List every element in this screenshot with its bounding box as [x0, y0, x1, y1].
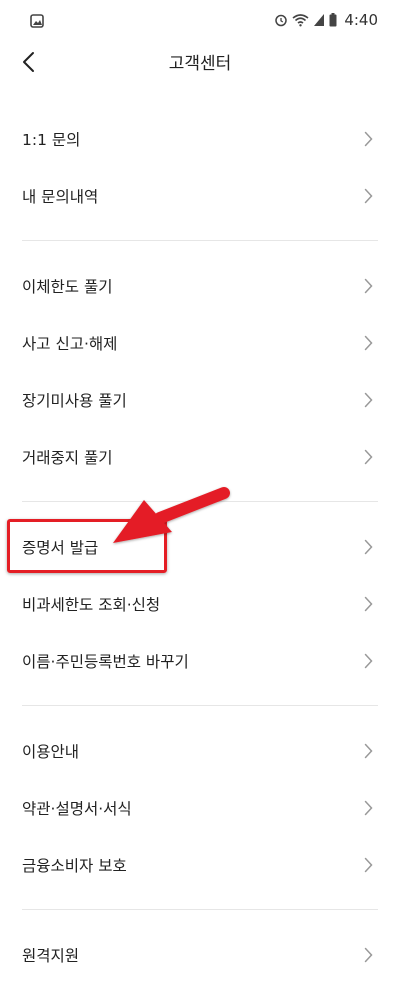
menu-item-terms-forms[interactable]: 약관·설명서·서식 — [0, 779, 400, 836]
menu-item-label: 원격지원 — [22, 946, 80, 965]
menu-item-1to1-inquiry[interactable]: 1:1 문의 — [0, 110, 400, 167]
chevron-right-icon — [364, 392, 373, 407]
alarm-icon — [275, 14, 288, 27]
menu-group-guide: 이용안내 약관·설명서·서식 금융소비자 보호 — [0, 722, 400, 893]
menu-item-label: 거래중지 풀기 — [22, 448, 113, 467]
menu-item-remote-support[interactable]: 원격지원 — [0, 926, 400, 983]
chevron-right-icon — [364, 278, 373, 293]
chevron-right-icon — [364, 335, 373, 350]
chevron-right-icon — [364, 947, 373, 962]
menu-item-usage-guide[interactable]: 이용안내 — [0, 722, 400, 779]
menu-group-account: 이체한도 풀기 사고 신고·해제 장기미사용 풀기 거래중지 풀기 — [0, 257, 400, 485]
menu-group-certificate: 증명서 발급 비과세한도 조회·신청 이름·주민등록번호 바꾸기 — [0, 518, 400, 689]
menu-item-consumer-protection[interactable]: 금융소비자 보호 — [0, 836, 400, 893]
divider — [22, 501, 378, 502]
status-right: 4:40 — [274, 9, 378, 31]
menu-item-label: 이체한도 풀기 — [22, 277, 113, 296]
menu-item-label: 사고 신고·해제 — [22, 334, 118, 353]
menu-item-label: 금융소비자 보호 — [22, 856, 127, 875]
menu-item-label: 이름·주민등록번호 바꾸기 — [22, 652, 189, 671]
chevron-right-icon — [364, 857, 373, 872]
wifi-icon — [292, 14, 309, 27]
menu-item-change-name-id[interactable]: 이름·주민등록번호 바꾸기 — [0, 632, 400, 689]
menu-item-tax-free-limit[interactable]: 비과세한도 조회·신청 — [0, 575, 400, 632]
menu-item-transaction-suspend-release[interactable]: 거래중지 풀기 — [0, 428, 400, 485]
status-bar: 4:40 — [0, 0, 400, 40]
menu-item-certificate-issue[interactable]: 증명서 발급 — [0, 518, 400, 575]
signal-icon — [314, 14, 325, 26]
menu-item-label: 약관·설명서·서식 — [22, 799, 132, 818]
menu-list: 1:1 문의 내 문의내역 이체한도 풀기 사고 신고·해제 장기미사용 풀기 … — [0, 110, 400, 983]
menu-group-inquiry: 1:1 문의 내 문의내역 — [0, 110, 400, 224]
chevron-right-icon — [364, 743, 373, 758]
menu-item-label: 1:1 문의 — [22, 130, 81, 149]
page-title: 고객센터 — [168, 54, 232, 74]
menu-item-label: 장기미사용 풀기 — [22, 391, 127, 410]
menu-item-transfer-limit[interactable]: 이체한도 풀기 — [0, 257, 400, 314]
menu-item-accident-report[interactable]: 사고 신고·해제 — [0, 314, 400, 371]
divider — [22, 909, 378, 910]
chevron-right-icon — [364, 449, 373, 464]
menu-item-label: 내 문의내역 — [22, 187, 99, 206]
chevron-right-icon — [364, 653, 373, 668]
chevron-right-icon — [364, 131, 373, 146]
chevron-right-icon — [364, 188, 373, 203]
chevron-right-icon — [364, 539, 373, 554]
status-left — [30, 13, 44, 32]
divider — [22, 705, 378, 706]
menu-item-label: 이용안내 — [22, 742, 80, 761]
header: 고객센터 — [0, 40, 400, 84]
divider — [22, 240, 378, 241]
chevron-right-icon — [364, 800, 373, 815]
menu-group-remote: 원격지원 — [0, 926, 400, 983]
gallery-icon — [30, 14, 44, 28]
menu-item-label: 비과세한도 조회·신청 — [22, 595, 161, 614]
menu-item-dormant-release[interactable]: 장기미사용 풀기 — [0, 371, 400, 428]
menu-item-my-inquiries[interactable]: 내 문의내역 — [0, 167, 400, 224]
battery-icon — [329, 13, 337, 27]
menu-item-label: 증명서 발급 — [22, 538, 99, 557]
chevron-right-icon — [364, 596, 373, 611]
status-time: 4:40 — [344, 11, 378, 29]
